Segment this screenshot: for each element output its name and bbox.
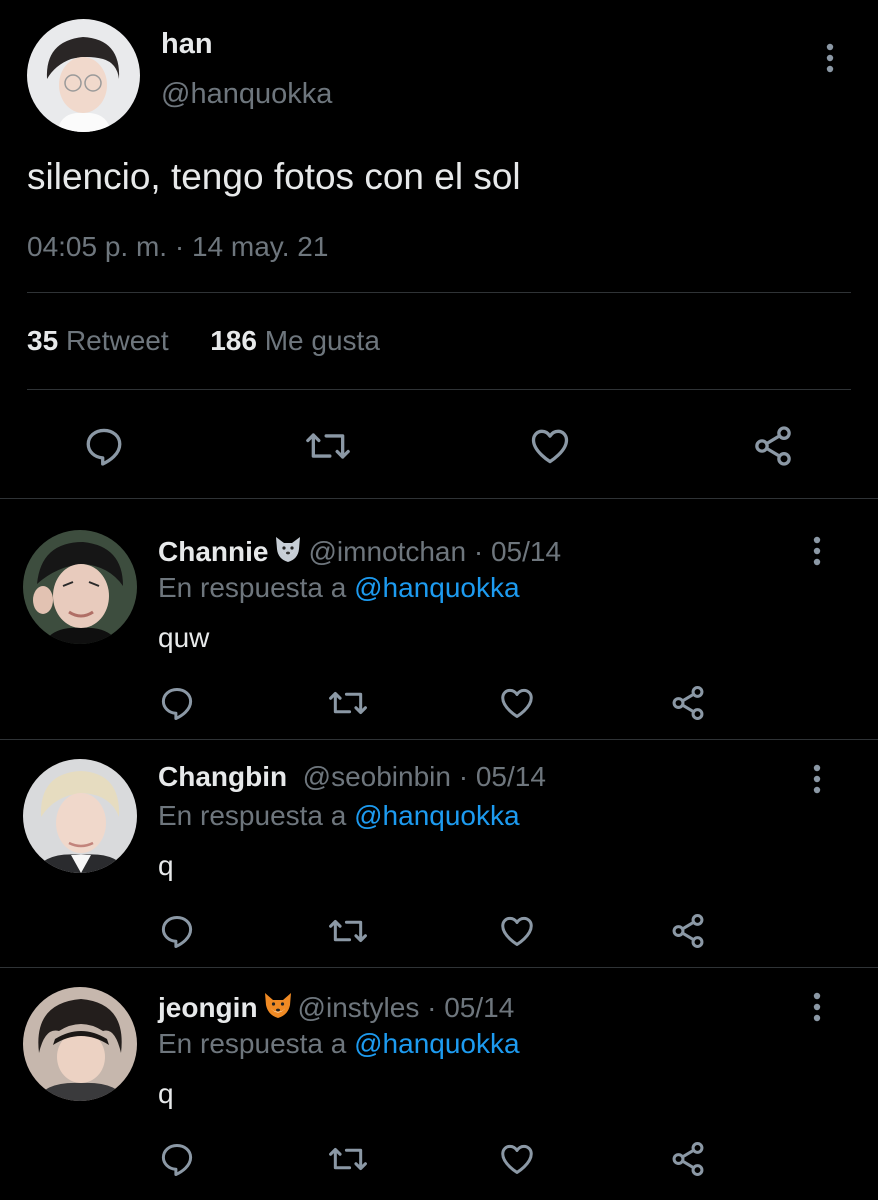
reply-context: En respuesta a @hanquokka (158, 800, 520, 831)
mention-link[interactable]: @hanquokka (354, 1028, 519, 1059)
like-icon[interactable] (497, 684, 537, 722)
tweet-timestamp[interactable]: 04:05 p. m. · 14 may. 21 (27, 231, 328, 263)
author-handle[interactable]: @hanquokka (161, 78, 332, 111)
divider (0, 498, 878, 499)
share-icon[interactable] (668, 1140, 708, 1178)
reply-avatar[interactable] (23, 530, 137, 644)
divider (27, 389, 851, 390)
retweet-icon[interactable] (327, 684, 369, 722)
reply-text: quw (158, 622, 210, 653)
reply-handle-date[interactable]: @instyles · 05/14 (298, 992, 515, 1023)
reply-context: En respuesta a @hanquokka (158, 572, 520, 603)
reply-author-name[interactable]: Changbin (158, 761, 287, 792)
share-icon[interactable] (750, 424, 796, 468)
fox-emoji-icon (262, 989, 294, 1028)
more-options-icon[interactable] (818, 40, 842, 76)
more-options-icon[interactable] (805, 533, 829, 569)
reply-avatar[interactable] (23, 987, 137, 1101)
reply-author-name[interactable]: jeongin (158, 992, 258, 1023)
share-icon[interactable] (668, 912, 708, 950)
more-options-icon[interactable] (805, 761, 829, 797)
retweet-count[interactable]: 35 Retweet (27, 325, 169, 356)
reply-text: q (158, 1078, 174, 1109)
divider (0, 967, 878, 968)
reply-header: Changbin @seobinbin · 05/14 (158, 761, 546, 793)
mention-link[interactable]: @hanquokka (354, 800, 519, 831)
wolf-emoji-icon (272, 533, 304, 572)
reply-text: q (158, 850, 174, 881)
reply-icon[interactable] (158, 1140, 196, 1178)
mention-link[interactable]: @hanquokka (354, 572, 519, 603)
retweet-icon[interactable] (327, 912, 369, 950)
reply-handle-date[interactable]: @imnotchan · 05/14 (308, 536, 561, 567)
author-name[interactable]: han (161, 28, 213, 61)
reply-handle-date[interactable]: @seobinbin · 05/14 (303, 761, 546, 792)
reply-icon[interactable] (158, 912, 196, 950)
tweet-text: silencio, tengo fotos con el sol (27, 156, 521, 197)
retweet-icon[interactable] (304, 424, 352, 468)
retweet-icon[interactable] (327, 1140, 369, 1178)
like-icon[interactable] (497, 912, 537, 950)
like-icon[interactable] (527, 424, 573, 468)
reply-icon[interactable] (158, 684, 196, 722)
author-avatar[interactable] (27, 19, 140, 132)
divider (0, 739, 878, 740)
reply-icon[interactable] (82, 424, 126, 468)
like-count[interactable]: 186 Me gusta (210, 325, 380, 356)
like-icon[interactable] (497, 1140, 537, 1178)
reply-avatar[interactable] (23, 759, 137, 873)
more-options-icon[interactable] (805, 989, 829, 1025)
reply-author-name[interactable]: Channie (158, 536, 268, 567)
divider (27, 292, 851, 293)
reply-context: En respuesta a @hanquokka (158, 1028, 520, 1059)
reply-header: Channie @imnotchan · 05/14 (158, 533, 561, 572)
reply-header: jeongin @instyles · 05/14 (158, 989, 514, 1028)
tweet-stats: 35 Retweet 186 Me gusta (27, 325, 380, 357)
share-icon[interactable] (668, 684, 708, 722)
